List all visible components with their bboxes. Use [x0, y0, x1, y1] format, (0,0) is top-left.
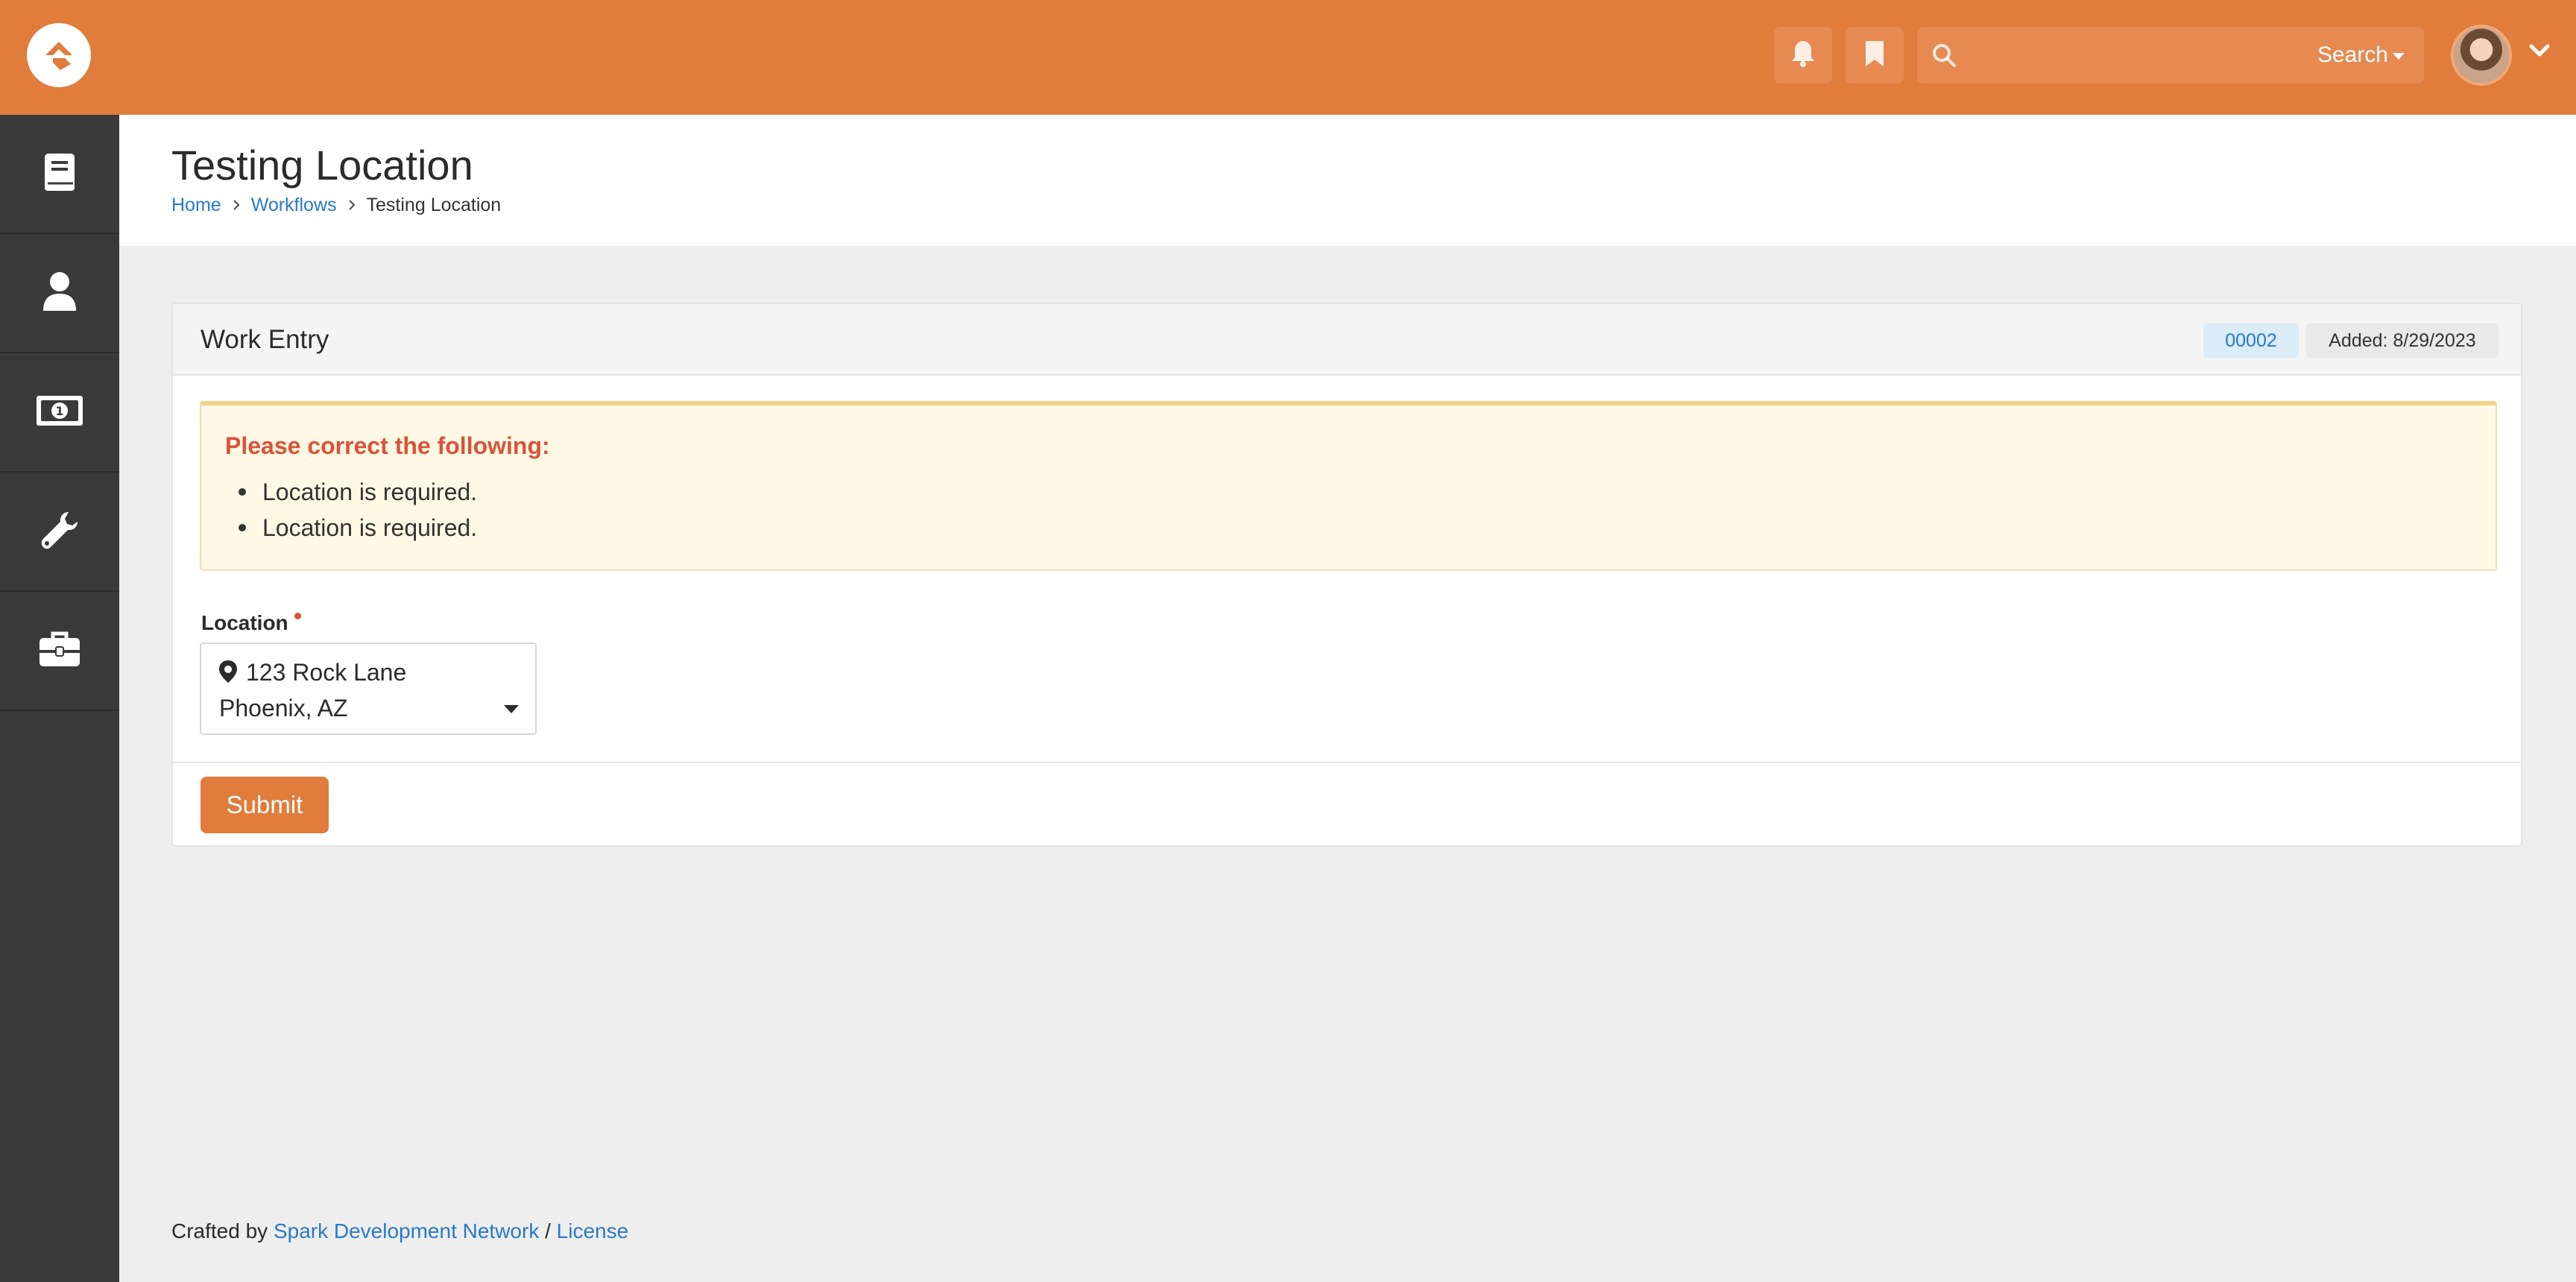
footer-org-link[interactable]: Spark Development Network — [274, 1219, 539, 1242]
sidebar-item-pages[interactable] — [0, 115, 119, 234]
page-header: Testing Location Home Workflows Testing … — [119, 115, 2576, 246]
sidebar: 1 — [0, 115, 119, 1282]
alert-list: Location is required. Location is requir… — [238, 474, 477, 546]
person-icon — [42, 271, 78, 316]
alert-item: Location is required. — [238, 510, 477, 546]
footer-license-link[interactable]: License — [557, 1219, 629, 1242]
submit-button[interactable]: Submit — [201, 777, 329, 833]
chevron-right-icon — [347, 199, 356, 211]
breadcrumb-workflows[interactable]: Workflows — [251, 189, 337, 221]
search-type-dropdown[interactable]: Search — [2317, 42, 2388, 69]
chevron-right-icon — [232, 199, 241, 211]
sidebar-item-tools[interactable] — [0, 592, 119, 711]
location-value-line1: 123 Rock Lane — [246, 659, 407, 686]
required-indicator — [294, 613, 301, 619]
avatar[interactable] — [2451, 25, 2512, 86]
breadcrumb: Home Workflows Testing Location — [171, 189, 501, 221]
location-label: Location — [201, 610, 301, 637]
validation-alert: Please correct the following: Location i… — [200, 401, 2497, 571]
bookmarks-button[interactable] — [1846, 27, 1904, 83]
footer-separator: / — [545, 1219, 551, 1242]
sidebar-item-admin-tools[interactable] — [0, 473, 119, 592]
breadcrumb-current: Testing Location — [366, 195, 502, 215]
work-entry-panel: Work Entry 00002 Added: 8/29/2023 Please… — [171, 303, 2522, 847]
breadcrumb-home[interactable]: Home — [171, 189, 221, 221]
bookmark-icon — [1864, 40, 1885, 72]
money-icon: 1 — [35, 394, 84, 431]
panel-title: Work Entry — [201, 325, 329, 354]
search-icon — [1931, 42, 1957, 72]
added-date-badge: Added: 8/29/2023 — [2306, 323, 2498, 358]
page-title: Testing Location — [171, 142, 473, 189]
location-label-text: Location — [201, 611, 288, 634]
wrench-icon — [39, 509, 80, 555]
caret-down-icon[interactable] — [504, 705, 519, 713]
location-value-line2: Phoenix, AZ — [219, 695, 348, 721]
logo-icon[interactable] — [27, 23, 91, 87]
notifications-button[interactable] — [1774, 27, 1832, 83]
location-picker[interactable]: 123 Rock Lane Phoenix, AZ — [200, 642, 537, 735]
chevron-down-icon[interactable] — [2528, 43, 2551, 62]
footer-prefix: Crafted by — [171, 1219, 268, 1242]
panel-heading: Work Entry 00002 Added: 8/29/2023 — [173, 304, 2521, 376]
panel-footer-divider — [173, 762, 2521, 763]
workflow-id-badge: 00002 — [2203, 323, 2299, 358]
svg-text:1: 1 — [55, 404, 63, 418]
alert-item: Location is required. — [238, 474, 477, 510]
sidebar-item-finance[interactable]: 1 — [0, 353, 119, 473]
bell-icon — [1790, 40, 1816, 72]
book-icon — [42, 152, 78, 196]
caret-down-icon — [2393, 53, 2405, 60]
top-navbar: Search — [0, 0, 2576, 115]
briefcase-icon — [38, 631, 81, 672]
sidebar-item-people[interactable] — [0, 234, 119, 353]
search-input[interactable]: Search — [1917, 27, 2424, 83]
page-footer: Crafted by Spark Development Network / L… — [171, 1218, 628, 1245]
alert-title: Please correct the following: — [225, 432, 550, 459]
map-marker-icon — [218, 659, 239, 688]
